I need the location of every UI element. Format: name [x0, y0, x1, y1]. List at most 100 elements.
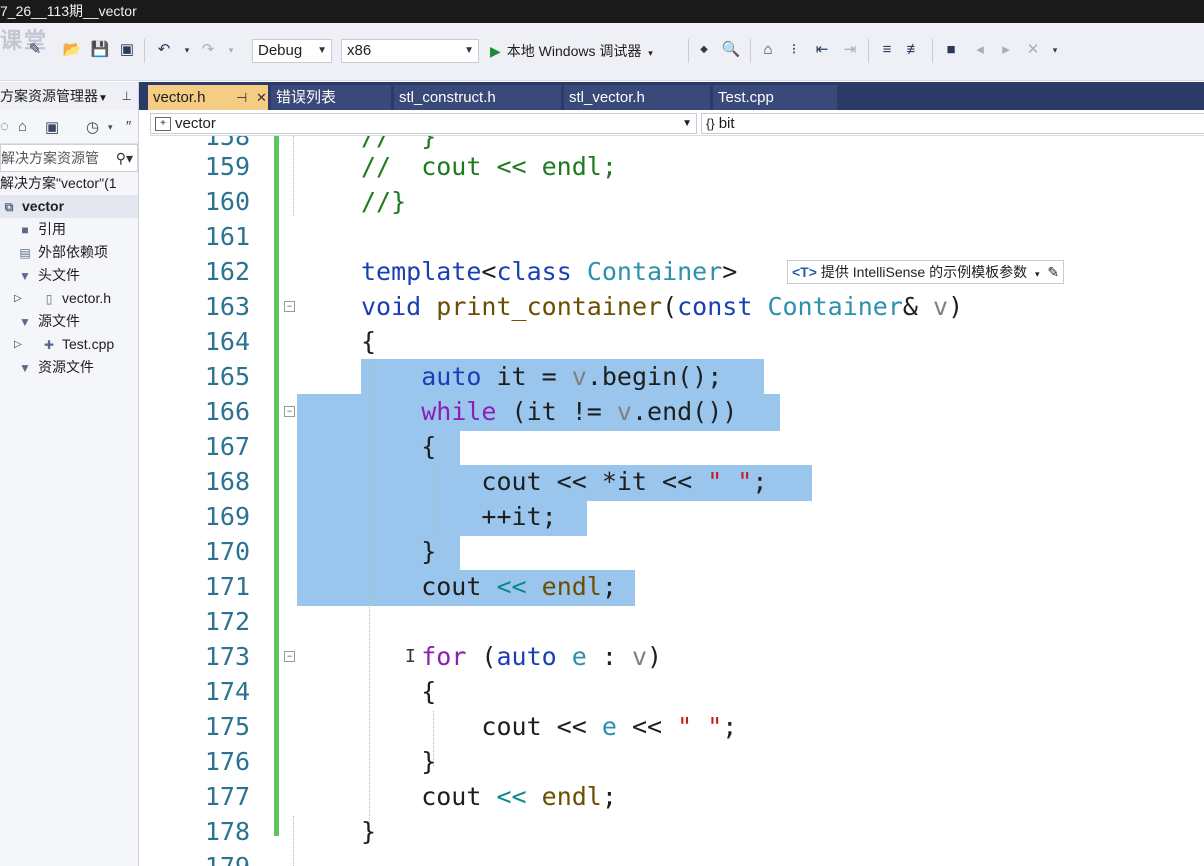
toolbar-separator	[932, 39, 933, 63]
redo-dropdown-icon[interactable]: ▾	[221, 40, 241, 60]
flame-icon[interactable]: ◆	[694, 40, 714, 60]
line-number: 173	[204, 642, 250, 671]
home-icon[interactable]: ⌂	[18, 118, 27, 135]
code-line: 160 //}	[150, 184, 1204, 219]
tab-test-cpp[interactable]: Test.cpp	[713, 85, 837, 110]
folder-filter-icon: ▼	[19, 269, 31, 283]
chevron-down-icon: ▼	[682, 118, 692, 129]
solution-node[interactable]: 解决方案"vector"(1	[0, 172, 138, 195]
main-toolbar: 课堂 ✎ 📂 💾 ▣ ↶ ▾ ↷ ▾ Debug ▼ x86 ▼ ▶ 本地 Win…	[0, 23, 1204, 81]
line-number: 168	[204, 467, 250, 496]
tree-item-references[interactable]: ■ 引用	[0, 218, 138, 241]
overflow-icon[interactable]: ″	[126, 118, 131, 135]
save-icon[interactable]: 💾	[90, 40, 110, 60]
document-tabs: vector.h ⊣ ✕ 错误列表 stl_construct.h stl_ve…	[139, 82, 1204, 110]
start-debugging-button[interactable]: ▶ 本地 Windows 调试器 ▾	[490, 39, 653, 63]
search-icon: ⚲▾	[113, 145, 133, 171]
find-in-files-icon[interactable]: 🔍	[721, 40, 741, 60]
config-select[interactable]: Debug ▼	[252, 39, 332, 63]
tab-vector-h[interactable]: vector.h ⊣ ✕	[148, 85, 268, 110]
chevron-down-icon[interactable]: ▼	[98, 93, 108, 104]
code-line: 166 while (it != v.end())	[150, 394, 1204, 429]
code-line: 176 }	[150, 744, 1204, 779]
toolbar-overflow-icon[interactable]: ▾	[1045, 40, 1065, 60]
save-all-icon[interactable]: ▣	[117, 40, 137, 60]
chevron-down-icon: ▼	[464, 45, 474, 56]
folder-filter-icon: ▼	[19, 361, 31, 375]
code-line: 172	[150, 604, 1204, 639]
toolbar-separator	[688, 39, 689, 63]
tree-item-source-files[interactable]: ▼ 源文件	[0, 310, 138, 333]
layout-icon[interactable]: ⁝	[784, 40, 804, 60]
tree-item-test-cpp[interactable]: ▷ ✚ Test.cpp	[0, 333, 138, 356]
code-line: 161	[150, 219, 1204, 254]
expand-arrow-icon[interactable]: ▷	[14, 287, 22, 310]
code-text: // cout << endl;	[361, 152, 617, 181]
step-over-icon[interactable]: ⇥	[840, 40, 860, 60]
code-editor[interactable]: − − − 158 // } 159 // cout << endl; 160 …	[150, 136, 1204, 866]
step-icon[interactable]: ⇤	[812, 40, 832, 60]
code-text: template<class Container>	[361, 257, 738, 286]
code-text: cout << *it << " ";	[361, 467, 768, 496]
line-number: 172	[204, 607, 250, 636]
clear-bookmarks-icon[interactable]: ✕	[1023, 40, 1043, 60]
code-line: 163 void print_container(const Container…	[150, 289, 1204, 324]
tab-stl-construct[interactable]: stl_construct.h	[394, 85, 561, 110]
expand-arrow-icon[interactable]: ▷	[14, 333, 22, 356]
code-line: 169 ++it;	[150, 499, 1204, 534]
line-number: 167	[204, 432, 250, 461]
code-line: 179	[150, 849, 1204, 866]
code-line: 171 cout << endl;	[150, 569, 1204, 604]
undo-dropdown-icon[interactable]: ▾	[177, 40, 197, 60]
tree-item-resource-files[interactable]: ▼ 资源文件	[0, 356, 138, 379]
browser-icon[interactable]: ⌂	[758, 40, 778, 60]
tab-stl-vector[interactable]: stl_vector.h	[564, 85, 710, 110]
line-number: 163	[204, 292, 250, 321]
code-text: }	[361, 537, 437, 566]
platform-select[interactable]: x86 ▼	[341, 39, 479, 63]
member-select[interactable]: {} bit	[701, 113, 1204, 134]
solution-search-input[interactable]: 解决方案资源管 ⚲▾	[0, 144, 138, 172]
history-icon[interactable]: ◷	[86, 118, 99, 136]
sync-icon[interactable]: ◌	[0, 118, 9, 135]
dependencies-icon: ▤	[19, 246, 31, 260]
line-number: 160	[204, 187, 250, 216]
code-line: 170 }	[150, 534, 1204, 569]
close-icon[interactable]: ✕	[256, 85, 267, 110]
tab-error-list[interactable]: 错误列表	[271, 85, 391, 110]
tree-item-vector-h[interactable]: ▷ ▯ vector.h	[0, 287, 138, 310]
line-number: 177	[204, 782, 250, 811]
platform-value: x86	[347, 42, 372, 59]
tree-item-project[interactable]: ⧉ vector	[0, 195, 138, 218]
solution-explorer-title: 方案资源管理器▼ ⊥	[0, 82, 138, 110]
line-number: 179	[170, 849, 250, 866]
scope-select[interactable]: + vector ▼	[150, 113, 697, 134]
chevron-down-icon[interactable]: ▾	[108, 122, 113, 133]
line-number: 175	[204, 712, 250, 741]
folder-filter-icon: ▼	[19, 315, 31, 329]
references-icon: ■	[21, 223, 29, 237]
title-bar: 7_26__113期__vector	[0, 0, 1204, 23]
intellisense-template-hint[interactable]: <T> 提供 IntelliSense 的示例模板参数 ▾ ✎	[787, 260, 1065, 284]
uncomment-icon[interactable]: ≢	[904, 40, 924, 60]
toolbar-separator	[144, 39, 145, 63]
tree-item-header-files[interactable]: ▼ 头文件	[0, 264, 138, 287]
code-text: cout << e << " ";	[361, 712, 738, 741]
next-bookmark-icon[interactable]: ▸	[996, 40, 1016, 60]
prev-bookmark-icon[interactable]: ◂	[970, 40, 990, 60]
vs-icon[interactable]: ▣	[45, 118, 59, 136]
namespace-icon: {}	[706, 116, 715, 131]
pin-icon[interactable]: ⊥	[122, 82, 132, 110]
pin-icon[interactable]: ⊣	[236, 85, 247, 110]
code-text: auto it = v.begin();	[421, 362, 723, 391]
line-number: 165	[204, 362, 250, 391]
bookmark-icon[interactable]: ■	[941, 40, 961, 60]
run-label: 本地 Windows 调试器	[506, 43, 642, 59]
undo-icon[interactable]: ↶	[154, 40, 174, 60]
new-project-icon[interactable]: ✎	[25, 40, 45, 60]
open-folder-icon[interactable]: 📂	[62, 40, 82, 60]
tree-item-external-deps[interactable]: ▤ 外部依赖项	[0, 241, 138, 264]
code-line: 175 cout << e << " ";	[150, 709, 1204, 744]
comment-icon[interactable]: ≡	[877, 40, 897, 60]
redo-icon[interactable]: ↷	[198, 40, 218, 60]
